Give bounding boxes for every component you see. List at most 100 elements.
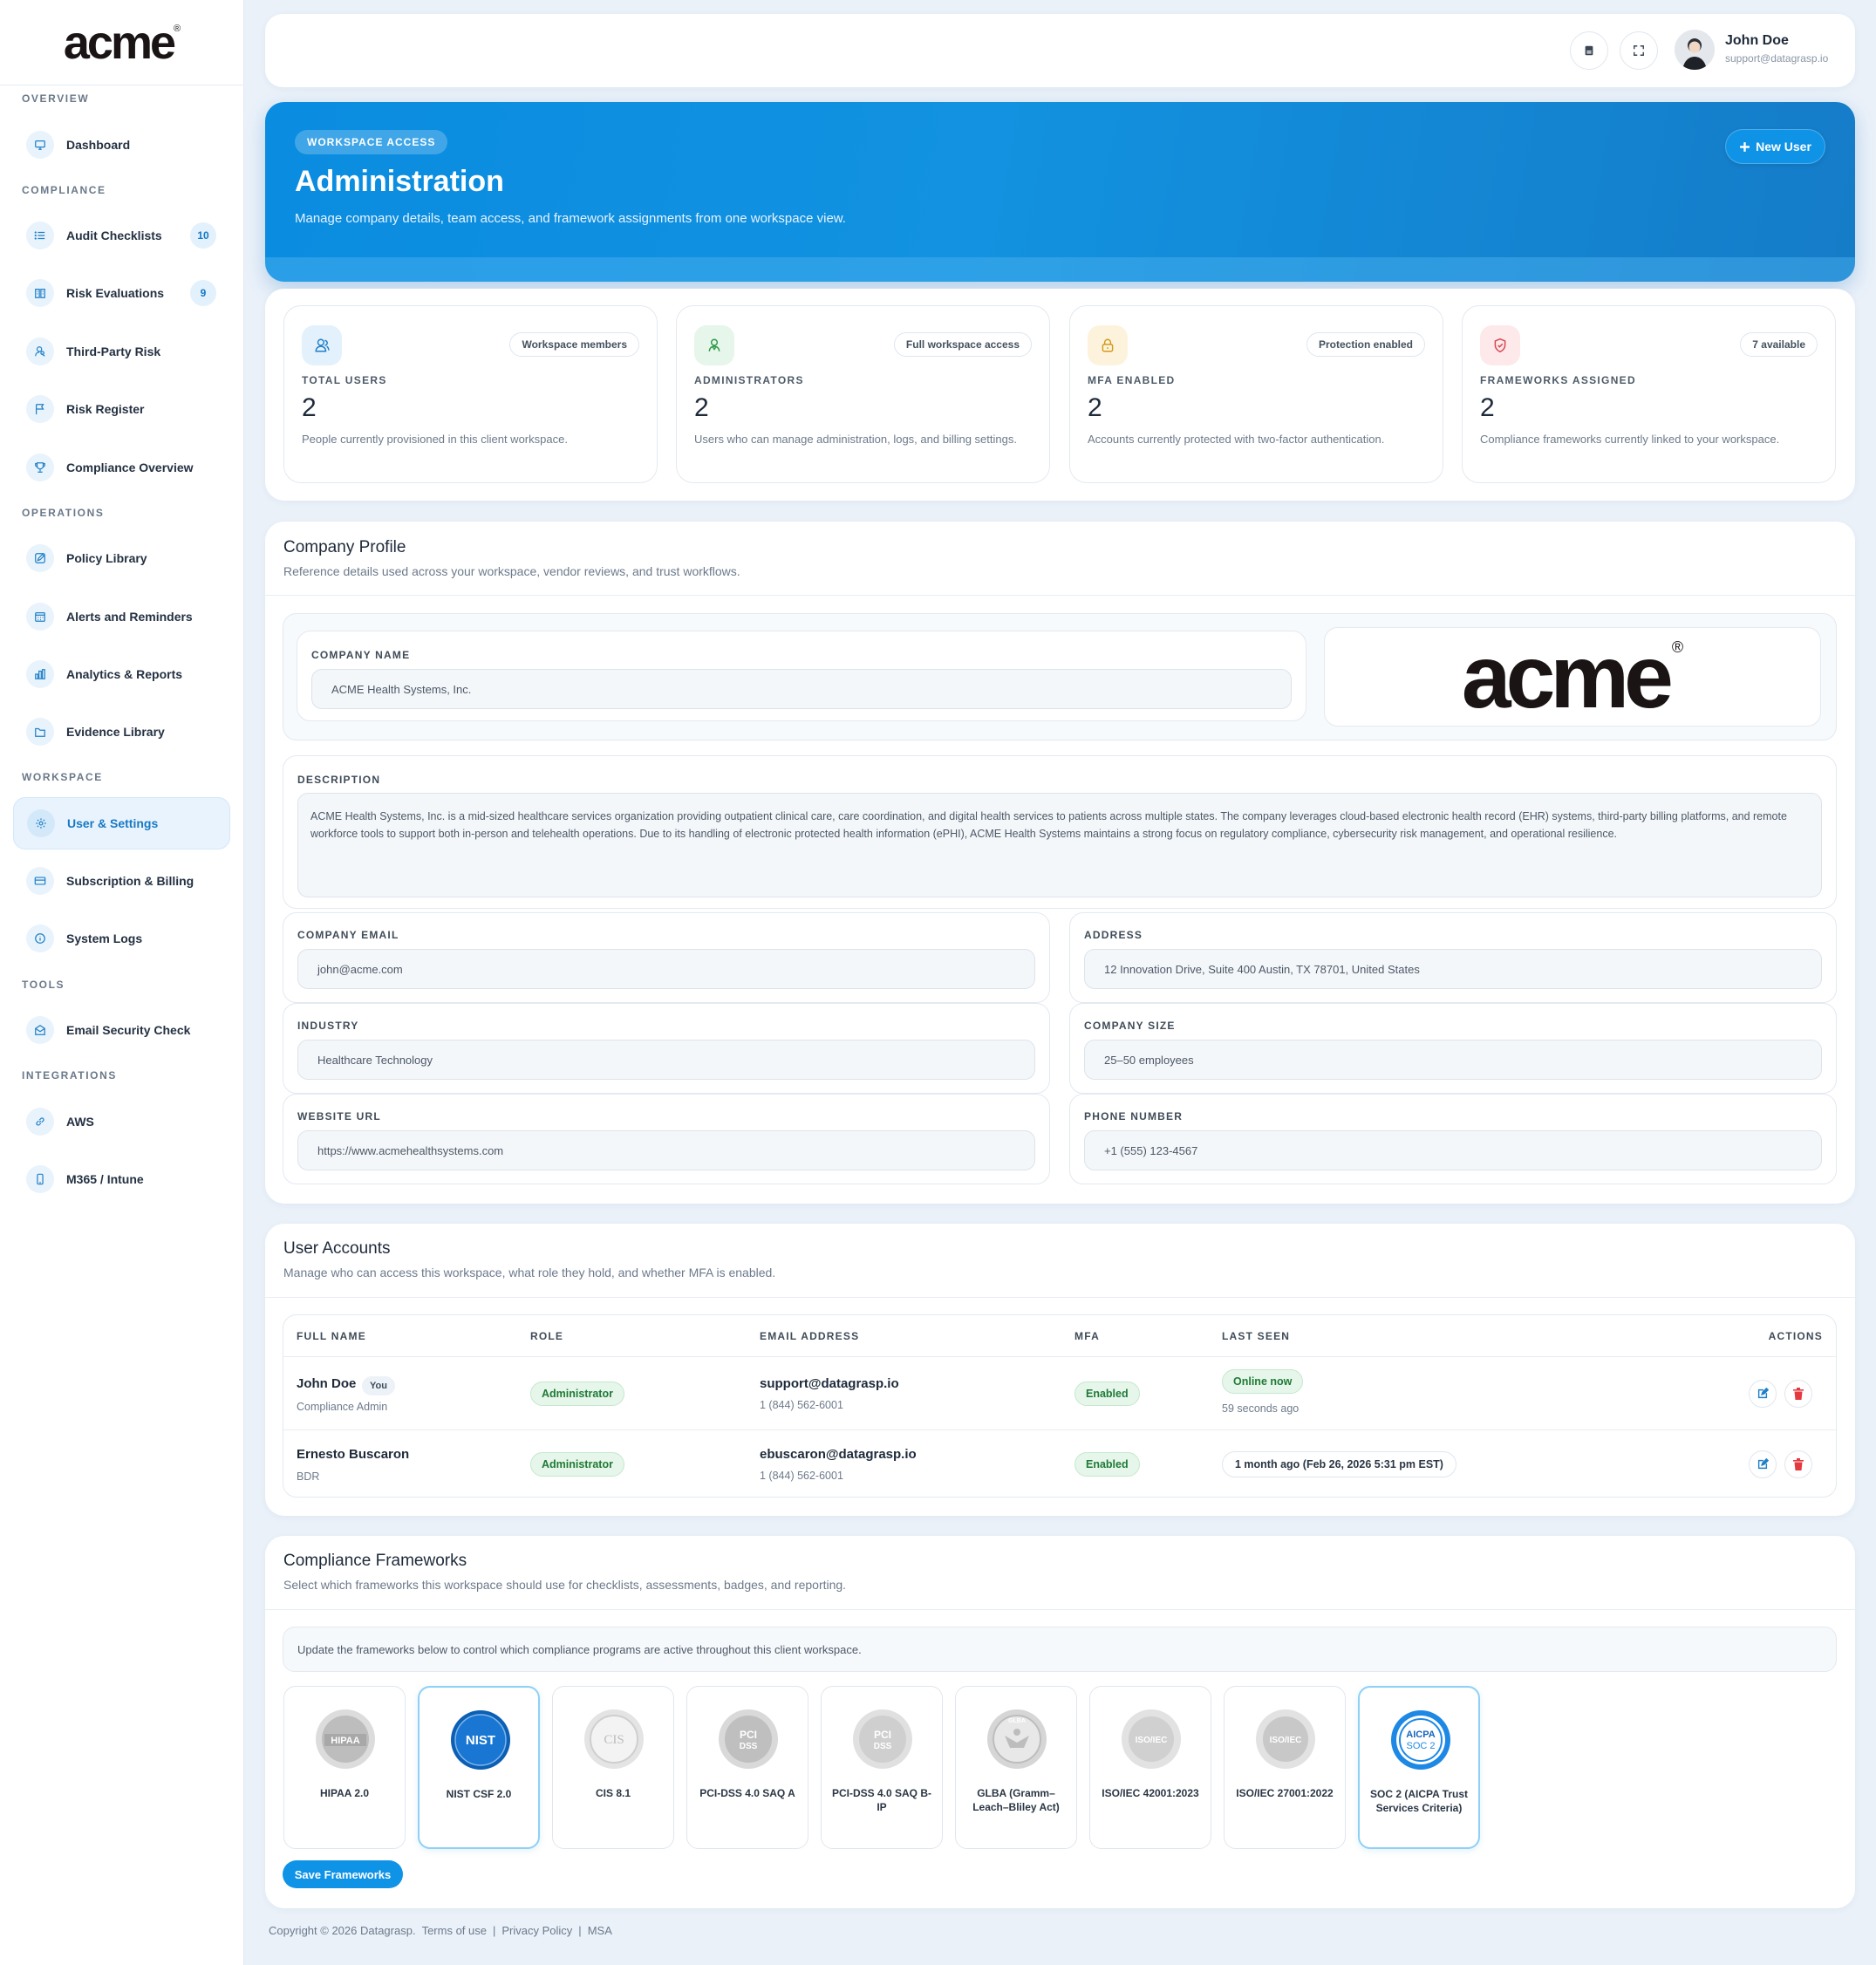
company-name-card: COMPANY NAME ACME Health Systems, Inc. — [297, 631, 1306, 721]
framework-card-pci-saq-b-ip[interactable]: PCI DSS PCI-DSS 4.0 SAQ B-IP — [821, 1686, 943, 1849]
fullscreen-icon — [1633, 44, 1645, 57]
description-label: DESCRIPTION — [297, 774, 381, 786]
framework-card-iso-42001[interactable]: ISO/IEC ISO/IEC 42001:2023 — [1089, 1686, 1211, 1849]
link-icon — [26, 1108, 54, 1136]
sidebar-item-audit-checklists[interactable]: Audit Checklists 10 — [13, 211, 230, 260]
lock-icon — [1088, 325, 1128, 365]
phone-number-input[interactable]: +1 (555) 123-4567 — [1084, 1130, 1822, 1170]
website-url-card: WEBSITE URL https://www.acmehealthsystem… — [283, 1094, 1050, 1184]
framework-label: GLBA (Gramm–Leach–Bliley Act) — [972, 1787, 1060, 1813]
users-table: FULL NAME ROLE EMAIL ADDRESS MFA LAST SE… — [283, 1314, 1837, 1498]
framework-label: CIS 8.1 — [595, 1787, 631, 1799]
footer-separator: | — [492, 1924, 496, 1937]
user-search-icon — [26, 338, 54, 365]
section-overview: OVERVIEW — [22, 92, 90, 105]
stat-value: 2 — [1088, 393, 1102, 422]
sidebar-item-label: Evidence Library — [66, 725, 165, 739]
address-input[interactable]: 12 Innovation Drive, Suite 400 Austin, T… — [1084, 949, 1822, 989]
framework-card-nist[interactable]: NIST NIST CSF 2.0 — [418, 1686, 540, 1849]
industry-input[interactable]: Healthcare Technology — [297, 1040, 1035, 1080]
sidebar-item-system-logs[interactable]: System Logs — [13, 914, 230, 963]
avatar[interactable] — [1675, 30, 1715, 70]
last-seen-badge: 1 month ago (Feb 26, 2026 5:31 pm EST) — [1222, 1451, 1456, 1477]
stat-pill: 7 available — [1740, 332, 1818, 357]
sidebar-logo[interactable]: acme ® — [0, 0, 244, 85]
stat-label: TOTAL USERS — [302, 374, 387, 386]
notes-button[interactable] — [1570, 31, 1608, 70]
website-url-input[interactable]: https://www.acmehealthsystems.com — [297, 1130, 1035, 1170]
sidebar-item-subscription-billing[interactable]: Subscription & Billing — [13, 856, 230, 905]
save-frameworks-button[interactable]: Save Frameworks — [283, 1860, 403, 1888]
fullscreen-button[interactable] — [1620, 31, 1658, 70]
edit-user-button[interactable] — [1749, 1380, 1777, 1408]
delete-user-button[interactable] — [1784, 1450, 1812, 1478]
framework-label: ISO/IEC 27001:2022 — [1236, 1787, 1334, 1799]
framework-card-iso-27001[interactable]: ISO/IEC ISO/IEC 27001:2022 — [1224, 1686, 1346, 1849]
page-subtitle: Manage company details, team access, and… — [295, 211, 846, 226]
nist-badge-icon: NIST — [449, 1709, 512, 1771]
svg-text:HIPAA: HIPAA — [331, 1736, 359, 1746]
hero-strip — [265, 257, 1855, 282]
company-email-card: COMPANY EMAIL john@acme.com — [283, 912, 1050, 1003]
company-size-card: COMPANY SIZE 25–50 employees — [1069, 1003, 1837, 1094]
sidebar-item-aws[interactable]: AWS — [13, 1097, 230, 1146]
sidebar-item-dashboard[interactable]: Dashboard — [13, 120, 230, 169]
user-title: Compliance Admin — [297, 1401, 388, 1413]
sidebar-item-analytics-reports[interactable]: Analytics & Reports — [13, 650, 230, 699]
divider — [265, 595, 1855, 596]
phone-number-label: PHONE NUMBER — [1084, 1110, 1184, 1122]
sidebar-item-alerts-and-reminders[interactable]: Alerts and Reminders — [13, 592, 230, 641]
sidebar-item-compliance-overview[interactable]: Compliance Overview — [13, 443, 230, 492]
description-textarea[interactable]: ACME Health Systems, Inc. is a mid-sized… — [297, 793, 1822, 897]
sidebar-item-email-security-check[interactable]: Email Security Check — [13, 1006, 230, 1054]
section-tools: TOOLS — [22, 979, 65, 991]
address-label: ADDRESS — [1084, 929, 1143, 941]
sidebar-item-risk-register[interactable]: Risk Register — [13, 385, 230, 433]
delete-user-button[interactable] — [1784, 1380, 1812, 1408]
sidebar-item-policy-library[interactable]: Policy Library — [13, 534, 230, 583]
company-name-input[interactable]: ACME Health Systems, Inc. — [311, 669, 1292, 709]
company-email-label: COMPANY EMAIL — [297, 929, 399, 941]
sidebar-item-label: Dashboard — [66, 138, 131, 152]
msa-link[interactable]: MSA — [588, 1924, 612, 1937]
section-integrations: INTEGRATIONS — [22, 1069, 117, 1081]
svg-text:GLBA: GLBA — [1008, 1718, 1026, 1724]
framework-card-pci-saq-a[interactable]: PCI DSS PCI-DSS 4.0 SAQ A — [686, 1686, 808, 1849]
mfa-status-badge: Enabled — [1074, 1452, 1140, 1477]
sidebar-item-label: Alerts and Reminders — [66, 610, 193, 624]
company-size-input[interactable]: 25–50 employees — [1084, 1040, 1822, 1080]
company-logo[interactable]: acme ® — [1324, 627, 1821, 727]
sidebar-item-m365-intune[interactable]: M365 / Intune — [13, 1155, 230, 1204]
new-user-button[interactable]: New User — [1725, 129, 1825, 164]
stat-description: Users who can manage administration, log… — [694, 433, 1017, 446]
sidebar-item-third-party-risk[interactable]: Third-Party Risk — [13, 327, 230, 376]
website-url-label: WEBSITE URL — [297, 1110, 381, 1122]
framework-label: NIST CSF 2.0 — [446, 1788, 512, 1800]
user-name[interactable]: John Doe — [1725, 33, 1789, 49]
sidebar-item-label: User & Settings — [67, 816, 159, 830]
credit-card-icon — [26, 867, 54, 895]
user-title: BDR — [297, 1470, 320, 1483]
framework-card-cis[interactable]: CIS CIS 8.1 — [552, 1686, 674, 1849]
stat-label: ADMINISTRATORS — [694, 374, 804, 386]
sidebar-item-evidence-library[interactable]: Evidence Library — [13, 707, 230, 756]
framework-card-soc2[interactable]: AICPA SOC 2 SOC 2 (AICPA Trust Services C… — [1358, 1686, 1480, 1849]
gear-icon — [27, 809, 55, 837]
edit-icon — [1757, 1458, 1769, 1470]
framework-card-hipaa[interactable]: HIPAA HIPAA 2.0 — [283, 1686, 406, 1849]
company-email-input[interactable]: john@acme.com — [297, 949, 1035, 989]
admin-icon — [694, 325, 734, 365]
sidebar-item-label: AWS — [66, 1115, 94, 1129]
terms-link[interactable]: Terms of use — [422, 1924, 487, 1937]
section-compliance: COMPLIANCE — [22, 184, 106, 196]
framework-card-glba[interactable]: GLBA GLBA (Gramm–Leach–Bliley Act) — [955, 1686, 1077, 1849]
edit-user-button[interactable] — [1749, 1450, 1777, 1478]
edit-icon — [1757, 1388, 1769, 1400]
framework-label: PCI-DSS 4.0 SAQ A — [699, 1787, 795, 1799]
iso-badge-icon: ISO/IEC — [1120, 1708, 1183, 1771]
sidebar-item-risk-evaluations[interactable]: Risk Evaluations 9 — [13, 269, 230, 317]
sidebar-item-user-settings[interactable]: User & Settings — [13, 797, 230, 849]
phone-icon — [26, 1165, 54, 1193]
stat-pill: Full workspace access — [893, 332, 1032, 357]
privacy-link[interactable]: Privacy Policy — [501, 1924, 572, 1937]
